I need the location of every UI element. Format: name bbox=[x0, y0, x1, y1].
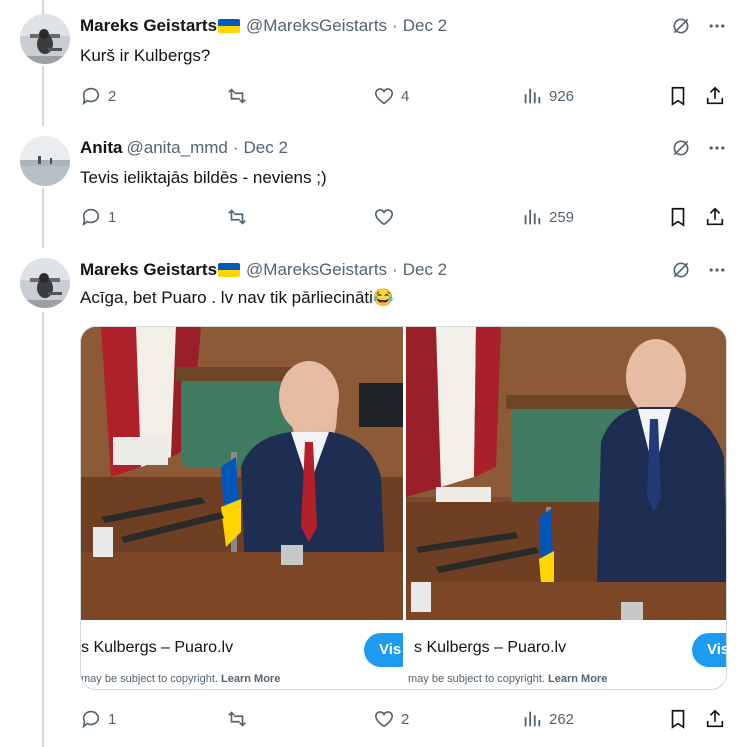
ukraine-flag-icon bbox=[218, 263, 241, 277]
copyright-notice: may be subject to copyright. Learn More bbox=[408, 673, 607, 685]
reply-icon bbox=[82, 710, 100, 729]
author-name[interactable]: Anita bbox=[80, 138, 123, 158]
author-handle[interactable]: @MareksGeistarts bbox=[246, 260, 387, 280]
grok-icon[interactable] bbox=[670, 15, 692, 37]
views-icon bbox=[524, 711, 541, 727]
tweet-text: Tevis ieliktajās bildēs - neviens ;) bbox=[80, 168, 327, 187]
grok-icon[interactable] bbox=[670, 259, 692, 281]
views-count: 926 bbox=[549, 87, 575, 105]
copyright-text: may be subject to copyright. bbox=[81, 673, 218, 685]
like-icon bbox=[374, 88, 394, 105]
views-button[interactable]: 259 bbox=[521, 205, 574, 229]
tweet-actions: 1 2 262 bbox=[80, 707, 736, 731]
header-icons bbox=[670, 14, 728, 38]
views-button[interactable]: 262 bbox=[521, 707, 574, 731]
like-button[interactable]: 2 bbox=[373, 707, 409, 731]
header-icons bbox=[670, 258, 728, 282]
share-icon bbox=[706, 86, 724, 105]
share-icon bbox=[706, 207, 724, 226]
bookmark-button[interactable] bbox=[667, 205, 689, 229]
bookmark-icon bbox=[671, 86, 685, 106]
tweet-actions: 2 4 926 bbox=[80, 84, 736, 108]
author-handle[interactable]: @MareksGeistarts bbox=[246, 16, 387, 36]
author-name[interactable]: Mareks Geistarts bbox=[80, 260, 217, 280]
views-icon bbox=[524, 209, 541, 225]
views-count: 262 bbox=[549, 710, 575, 728]
tweet-text: Acīga, bet Puaro . lv nav tik pārliecinā… bbox=[80, 288, 395, 307]
views-button[interactable]: 926 bbox=[521, 84, 574, 108]
like-button[interactable]: 4 bbox=[373, 84, 409, 108]
tweet-header: Mareks Geistarts @MareksGeistarts · Dec … bbox=[80, 258, 447, 282]
share-button[interactable] bbox=[704, 707, 726, 731]
separator-dot: · bbox=[392, 16, 398, 35]
retweet-icon bbox=[228, 88, 246, 104]
tweet-date[interactable]: Dec 2 bbox=[403, 260, 447, 280]
retweet-button[interactable] bbox=[226, 707, 254, 731]
tweet-actions: 1 259 bbox=[80, 205, 736, 229]
tweet-date[interactable]: Dec 2 bbox=[403, 16, 447, 36]
like-icon bbox=[374, 209, 394, 226]
visit-button[interactable]: Vis bbox=[364, 633, 403, 667]
copyright-text: may be subject to copyright. bbox=[408, 673, 545, 685]
media-photo[interactable] bbox=[406, 327, 726, 620]
retweet-icon bbox=[228, 209, 246, 225]
tweet-date[interactable]: Dec 2 bbox=[244, 138, 288, 158]
more-icon[interactable] bbox=[706, 137, 728, 159]
bookmark-icon bbox=[671, 207, 685, 227]
like-button[interactable] bbox=[373, 205, 401, 229]
bookmark-icon bbox=[671, 709, 685, 729]
reply-count: 1 bbox=[108, 208, 117, 226]
reply-button[interactable]: 1 bbox=[80, 205, 116, 229]
retweet-icon bbox=[228, 711, 246, 727]
reply-count: 2 bbox=[108, 87, 117, 105]
separator-dot: · bbox=[232, 138, 239, 157]
copyright-notice: may be subject to copyright. Learn More bbox=[81, 673, 280, 685]
bookmark-button[interactable] bbox=[667, 84, 689, 108]
media-photo[interactable] bbox=[81, 327, 403, 620]
author-name[interactable]: Mareks Geistarts bbox=[80, 16, 217, 36]
separator-dot: · bbox=[392, 260, 398, 279]
learn-more-link[interactable]: Learn More bbox=[221, 673, 280, 685]
more-icon[interactable] bbox=[706, 259, 728, 281]
like-icon bbox=[374, 711, 394, 728]
tweet[interactable]: Mareks Geistarts @MareksGeistarts · Dec … bbox=[0, 14, 746, 124]
bookmark-button[interactable] bbox=[667, 707, 689, 731]
link-title[interactable]: s Kulbergs – Puaro.lv bbox=[81, 639, 233, 657]
media-item[interactable]: s Kulbergs – Puaro.lv may be subject to … bbox=[81, 327, 403, 689]
avatar[interactable] bbox=[20, 258, 70, 308]
more-icon[interactable] bbox=[706, 15, 728, 37]
tweet-header: Anita @anita_mmd · Dec 2 bbox=[80, 136, 288, 160]
avatar[interactable] bbox=[20, 136, 70, 186]
reply-icon bbox=[82, 87, 100, 106]
media-grid[interactable]: s Kulbergs – Puaro.lv may be subject to … bbox=[80, 326, 727, 690]
views-count: 259 bbox=[549, 208, 575, 226]
share-button[interactable] bbox=[704, 84, 726, 108]
like-count: 4 bbox=[401, 87, 410, 105]
media-item[interactable]: s Kulbergs – Puaro.lv may be subject to … bbox=[406, 327, 726, 689]
tweet-text: Kurš ir Kulbergs? bbox=[80, 46, 211, 65]
views-icon bbox=[524, 88, 541, 104]
thread-line-top bbox=[42, 0, 44, 14]
author-handle[interactable]: @anita_mmd bbox=[127, 138, 228, 158]
like-count: 2 bbox=[401, 710, 410, 728]
avatar[interactable] bbox=[20, 14, 70, 64]
retweet-button[interactable] bbox=[226, 84, 254, 108]
link-title[interactable]: s Kulbergs – Puaro.lv bbox=[414, 639, 566, 657]
retweet-button[interactable] bbox=[226, 205, 254, 229]
tweet[interactable]: Anita @anita_mmd · Dec 2 Tevis ieliktajā… bbox=[0, 136, 746, 246]
share-icon bbox=[706, 709, 724, 728]
reply-count: 1 bbox=[108, 710, 117, 728]
ukraine-flag-icon bbox=[218, 19, 241, 33]
learn-more-link[interactable]: Learn More bbox=[548, 673, 607, 685]
reply-button[interactable]: 1 bbox=[80, 707, 116, 731]
visit-button[interactable]: Vis bbox=[692, 633, 726, 667]
reply-icon bbox=[82, 208, 100, 227]
header-icons bbox=[670, 136, 728, 160]
grok-icon[interactable] bbox=[670, 137, 692, 159]
share-button[interactable] bbox=[704, 205, 726, 229]
reply-button[interactable]: 2 bbox=[80, 84, 116, 108]
tweet-header: Mareks Geistarts @MareksGeistarts · Dec … bbox=[80, 14, 447, 38]
